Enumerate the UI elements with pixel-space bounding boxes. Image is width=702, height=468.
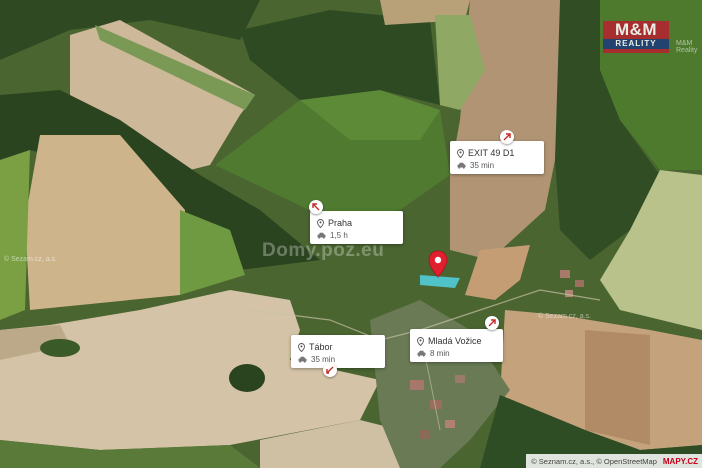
attribution-text: © Seznam.cz, a.s., © OpenStreetMap <box>531 456 657 466</box>
property-location-pin-icon[interactable] <box>428 250 448 278</box>
destination-card-praha[interactable]: Praha 1,5 h <box>310 211 403 244</box>
destination-travel-time: 1,5 h <box>330 231 348 240</box>
destination-name: Praha <box>328 218 353 228</box>
destination-name: EXIT 49 D1 <box>468 148 515 158</box>
logo-bottom-text: REALITY <box>603 39 669 49</box>
location-pin-icon <box>457 148 464 158</box>
sezam-watermark-right: © Sezam.cz, a.s. <box>538 313 592 320</box>
destination-card-exit-49-d1[interactable]: EXIT 49 D1 35 min <box>450 141 544 174</box>
destination-travel-time: 8 min <box>430 349 450 358</box>
car-icon <box>317 232 326 239</box>
destination-name-row: Mladá Vožice <box>417 336 482 346</box>
destination-time-row: 1,5 h <box>317 231 348 240</box>
location-pin-icon <box>317 218 324 228</box>
navigate-arrow-icon[interactable] <box>323 363 337 377</box>
navigate-arrow-icon[interactable] <box>500 130 514 144</box>
destination-time-row: 35 min <box>457 161 494 170</box>
destination-name: Tábor <box>309 342 333 352</box>
navigate-arrow-icon[interactable] <box>485 316 499 330</box>
corner-watermark: M&M Reality <box>676 40 698 54</box>
destination-time-row: 8 min <box>417 349 450 358</box>
destination-name-row: Tábor <box>298 342 333 352</box>
destination-card-mlada-vozice[interactable]: Mladá Vožice 8 min <box>410 329 503 362</box>
car-icon <box>298 356 307 363</box>
destination-name-row: Praha <box>317 218 352 228</box>
car-icon <box>457 162 466 169</box>
destination-name: Mladá Vožice <box>428 336 482 346</box>
car-icon <box>417 350 426 357</box>
logo-top-text: M&M <box>614 20 658 39</box>
mapy-cz-logo[interactable]: MAPY.CZ <box>663 457 698 466</box>
destination-name-row: EXIT 49 D1 <box>457 148 514 158</box>
destination-card-tabor[interactable]: Tábor 35 min <box>291 335 385 368</box>
satellite-map[interactable]: M&M REALITY M&M Reality © Sezam.cz, a.s.… <box>0 0 702 468</box>
navigate-arrow-icon[interactable] <box>309 200 323 214</box>
sezam-watermark-left: © Sezam.cz, a.s. <box>4 256 58 263</box>
location-pin-icon <box>417 336 424 346</box>
mm-reality-logo: M&M REALITY <box>603 21 669 53</box>
map-attribution: © Seznam.cz, a.s., © OpenStreetMap MAPY.… <box>526 454 702 468</box>
location-pin-icon <box>298 342 305 352</box>
destination-travel-time: 35 min <box>470 161 495 170</box>
